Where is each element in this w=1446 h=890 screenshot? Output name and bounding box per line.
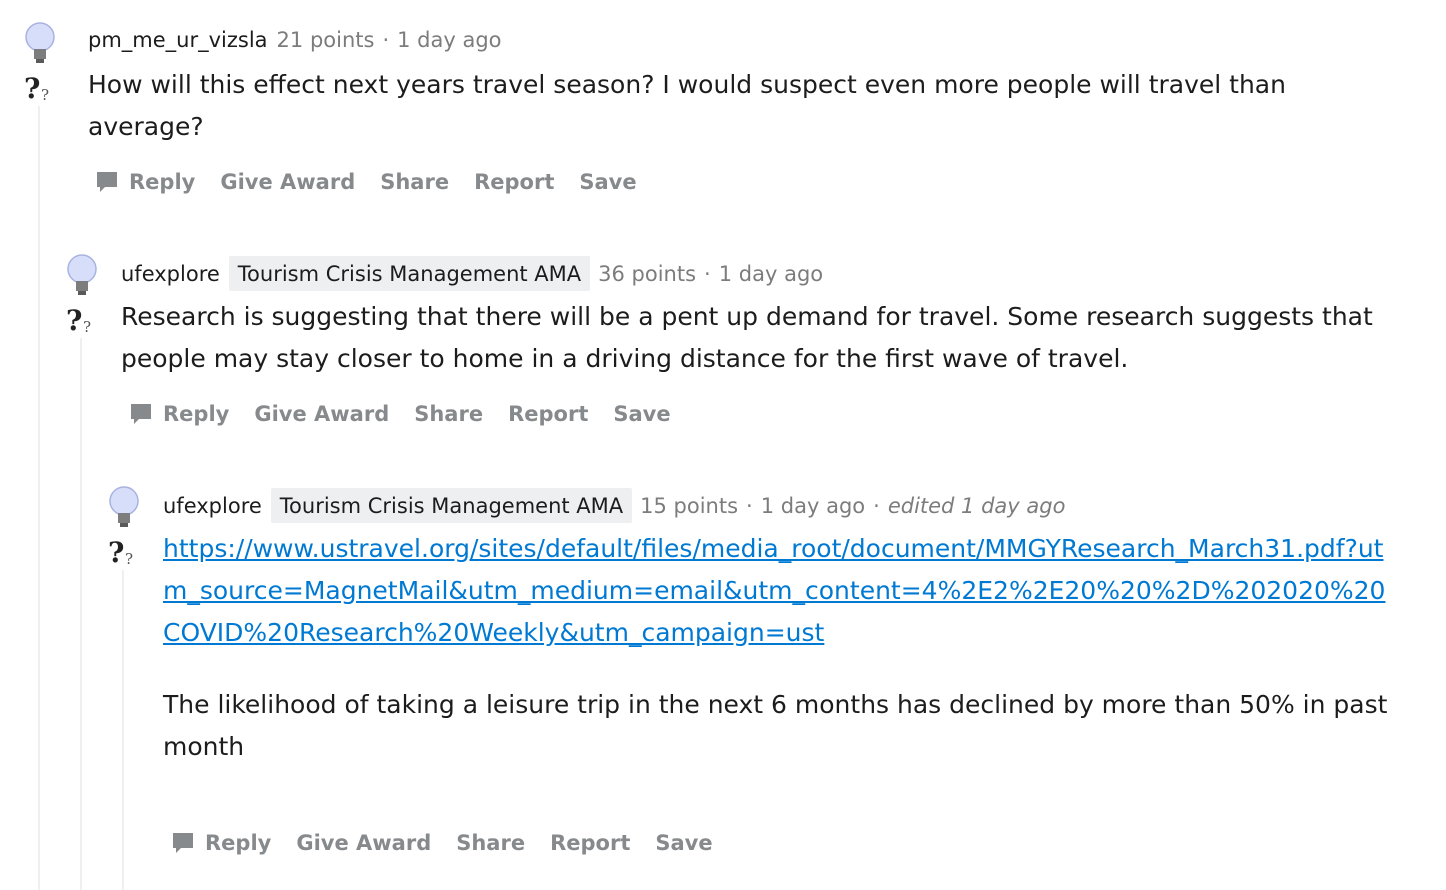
- share-button[interactable]: Share: [414, 402, 483, 426]
- meta-separator: ·: [382, 28, 390, 52]
- save-label: Save: [613, 402, 671, 426]
- comment-3: ? ? ufexplore Tourism Crisis Management …: [0, 464, 1446, 890]
- lightbulb-question-avatar-icon[interactable]: ? ?: [22, 20, 62, 100]
- user-flair: Tourism Crisis Management AMA: [228, 256, 591, 291]
- comment-body: https://www.ustravel.org/sites/default/f…: [163, 528, 1388, 768]
- comment-text: The likelihood of taking a leisure trip …: [163, 690, 1388, 761]
- svg-text:?: ?: [24, 72, 40, 100]
- reply-button[interactable]: Reply: [129, 402, 229, 426]
- share-button[interactable]: Share: [456, 831, 525, 855]
- comment-time[interactable]: 1 day ago: [719, 260, 823, 288]
- comment-time[interactable]: 1 day ago: [397, 26, 501, 54]
- svg-text:?: ?: [83, 318, 91, 332]
- speech-bubble-icon: [173, 833, 193, 853]
- comment-meta: ufexplore Tourism Crisis Management AMA …: [121, 256, 823, 291]
- save-label: Save: [579, 170, 637, 194]
- edited-label: edited 1 day ago: [887, 493, 1066, 518]
- reply-label: Reply: [205, 831, 272, 855]
- save-label: Save: [655, 831, 713, 855]
- comment-text: Research is suggesting that there will b…: [121, 302, 1373, 373]
- comment-points: 15 points: [640, 493, 739, 518]
- share-button[interactable]: Share: [380, 170, 449, 194]
- reply-button[interactable]: Reply: [95, 170, 195, 194]
- save-button[interactable]: Save: [579, 170, 636, 194]
- lightbulb-question-avatar-icon[interactable]: ? ?: [106, 484, 146, 564]
- comment-author[interactable]: pm_me_ur_vizsla: [88, 26, 268, 54]
- share-label: Share: [380, 170, 450, 194]
- report-label: Report: [508, 402, 589, 426]
- comment-points: 21 points: [276, 28, 375, 52]
- lightbulb-question-avatar-icon[interactable]: ? ?: [64, 252, 104, 332]
- report-button[interactable]: Report: [550, 831, 630, 855]
- comment-body: How will this effect next years travel s…: [88, 64, 1388, 148]
- save-button[interactable]: Save: [655, 831, 712, 855]
- svg-text:?: ?: [108, 536, 124, 564]
- reply-button[interactable]: Reply: [171, 831, 271, 855]
- comment-actions: Reply Give Award Share Report Save: [129, 402, 696, 426]
- reply-label: Reply: [129, 170, 196, 194]
- give-award-button[interactable]: Give Award: [220, 170, 355, 194]
- comment-actions: Reply Give Award Share Report Save: [95, 170, 662, 194]
- give-award-button[interactable]: Give Award: [254, 402, 389, 426]
- comment-text: How will this effect next years travel s…: [88, 70, 1286, 141]
- svg-text:?: ?: [41, 86, 49, 100]
- save-button[interactable]: Save: [613, 402, 670, 426]
- give-award-label: Give Award: [220, 170, 356, 194]
- comment-meta: pm_me_ur_vizsla 21 points · 1 day ago: [88, 26, 502, 54]
- svg-text:?: ?: [66, 304, 82, 332]
- comment-1: ? ? pm_me_ur_vizsla 21 points · 1 day ag…: [0, 0, 1446, 230]
- give-award-label: Give Award: [254, 402, 390, 426]
- comment-2: ? ? ufexplore Tourism Crisis Management …: [0, 232, 1446, 462]
- comment-points: 36 points: [598, 261, 697, 286]
- speech-bubble-icon: [131, 404, 151, 424]
- report-button[interactable]: Report: [508, 402, 588, 426]
- user-flair: Tourism Crisis Management AMA: [270, 488, 633, 523]
- comment-meta: ufexplore Tourism Crisis Management AMA …: [163, 488, 1065, 523]
- give-award-button[interactable]: Give Award: [296, 831, 431, 855]
- reply-label: Reply: [163, 402, 230, 426]
- meta-separator: ·: [704, 261, 711, 286]
- comment-actions: Reply Give Award Share Report Save: [171, 831, 738, 855]
- report-button[interactable]: Report: [474, 170, 554, 194]
- meta-separator: ·: [873, 493, 880, 518]
- share-label: Share: [456, 831, 526, 855]
- share-label: Share: [414, 402, 484, 426]
- comment-body: Research is suggesting that there will b…: [121, 296, 1411, 380]
- give-award-label: Give Award: [296, 831, 432, 855]
- comment-time[interactable]: 1 day ago: [761, 492, 865, 520]
- report-label: Report: [550, 831, 631, 855]
- report-label: Report: [474, 170, 555, 194]
- comment-author[interactable]: ufexplore: [121, 260, 220, 288]
- research-link[interactable]: https://www.ustravel.org/sites/default/f…: [163, 534, 1385, 647]
- meta-separator: ·: [746, 493, 753, 518]
- svg-text:?: ?: [125, 550, 133, 564]
- comment-author[interactable]: ufexplore: [163, 492, 262, 520]
- speech-bubble-icon: [97, 172, 117, 192]
